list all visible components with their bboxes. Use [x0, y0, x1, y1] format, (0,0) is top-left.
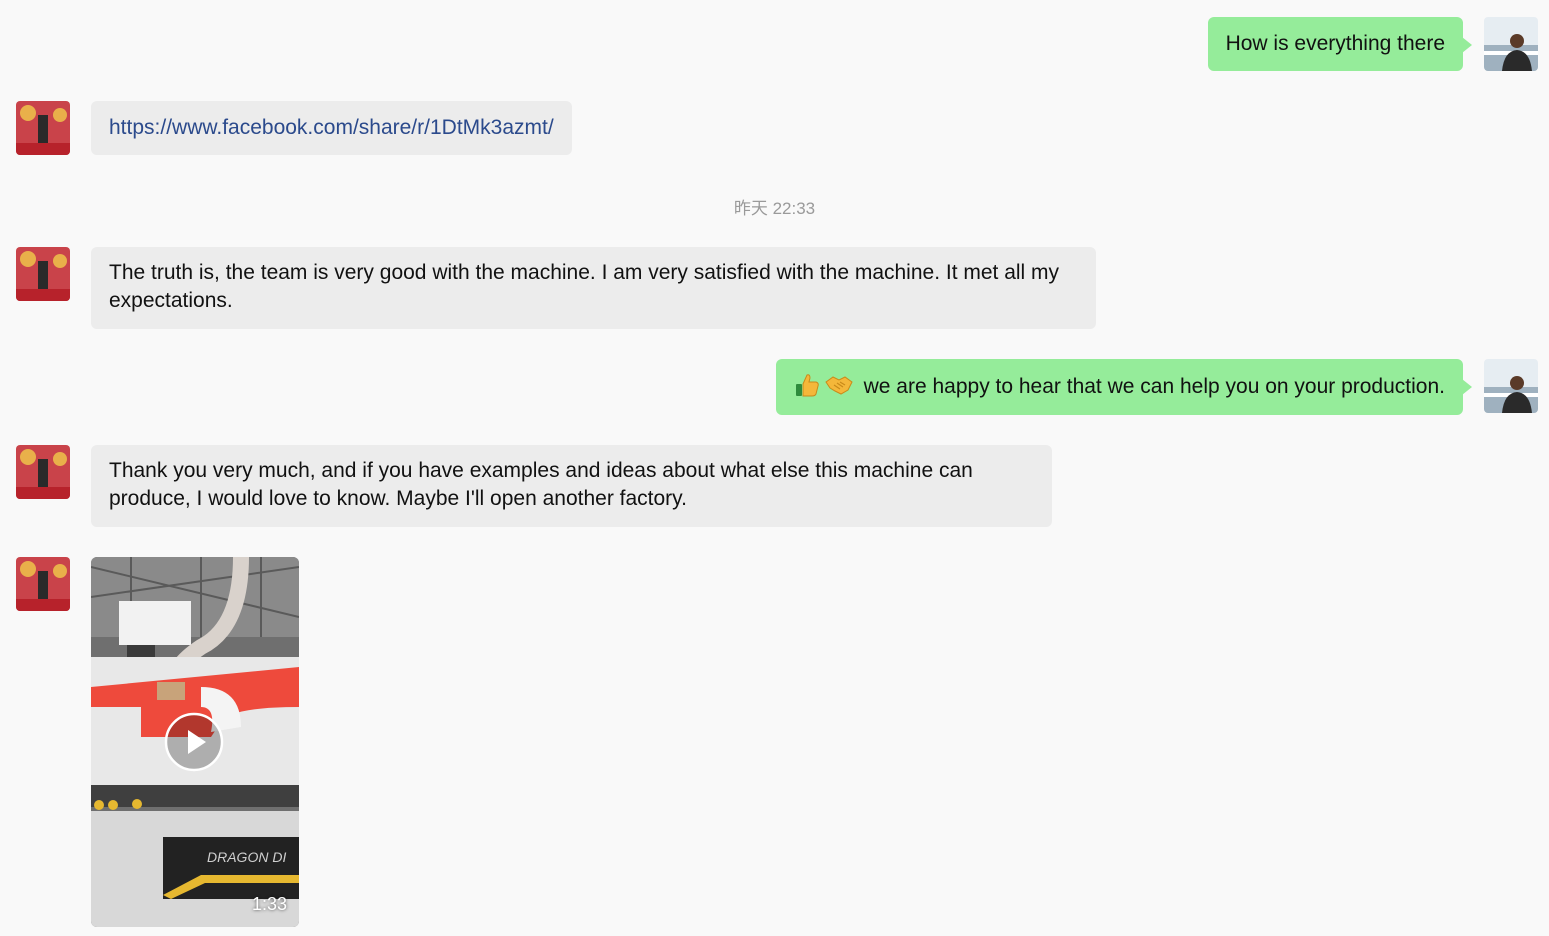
- contact-avatar[interactable]: [16, 247, 70, 301]
- thumbs-up-icon: [794, 372, 820, 406]
- message-text: Thank you very much, and if you have exa…: [109, 459, 973, 510]
- video-message[interactable]: DRAGON DI 1:33: [91, 557, 299, 927]
- message-bubble-outgoing[interactable]: we are happy to hear that we can help yo…: [775, 359, 1473, 415]
- handshake-icon: [824, 372, 854, 406]
- my-avatar[interactable]: [1484, 359, 1538, 413]
- play-icon[interactable]: [164, 712, 224, 772]
- message-bubble-incoming[interactable]: https://www.facebook.com/share/r/1DtMk3a…: [91, 101, 572, 155]
- message-text: The truth is, the team is very good with…: [109, 261, 1060, 312]
- contact-avatar[interactable]: [16, 445, 70, 499]
- contact-avatar[interactable]: [16, 101, 70, 155]
- my-avatar[interactable]: [1484, 17, 1538, 71]
- message-bubble-outgoing[interactable]: How is everything there: [1207, 17, 1473, 71]
- message-text: How is everything there: [1225, 32, 1445, 55]
- video-duration: 1:33: [251, 894, 287, 914]
- shared-link[interactable]: https://www.facebook.com/share/r/1DtMk3a…: [109, 116, 554, 139]
- message-bubble-incoming[interactable]: Thank you very much, and if you have exa…: [91, 445, 1052, 527]
- chat-timestamp: 昨天 22:33: [733, 199, 816, 218]
- chat-window: How is everything there https://www.face…: [0, 0, 1549, 936]
- message-bubble-incoming[interactable]: The truth is, the team is very good with…: [91, 247, 1096, 329]
- thumbnail-text: DRAGON DI: [207, 849, 286, 865]
- message-text: we are happy to hear that we can help yo…: [863, 375, 1445, 398]
- contact-avatar[interactable]: [16, 557, 70, 611]
